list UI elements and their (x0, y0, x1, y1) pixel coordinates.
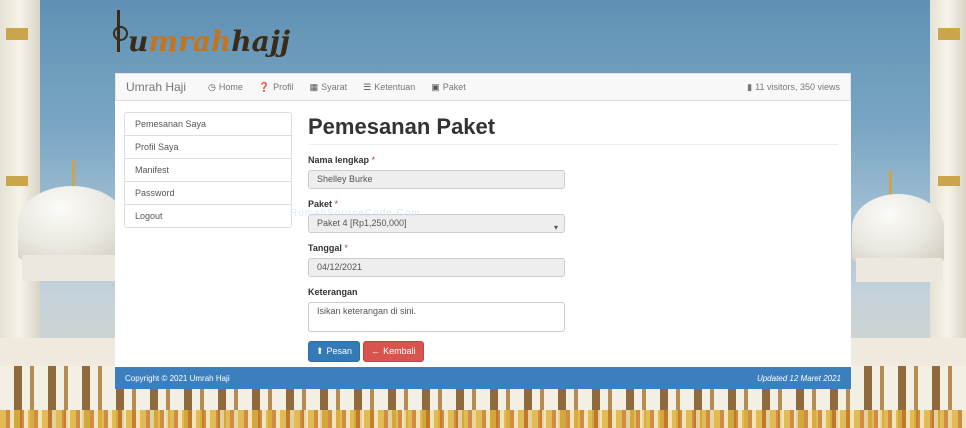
list-icon: ☰ (363, 81, 372, 92)
nav-paket-label: Paket (442, 82, 466, 92)
logo-text: umrahhajj (128, 25, 291, 58)
footer-copyright: Copyright © 2021 Umrah Haji (125, 373, 230, 383)
form-actions: ⬆ Pesan ← Kembali (308, 341, 838, 362)
top-navbar: Umrah Haji ◷ Home ❓ Profil ▦ Syarat ☰ Ke… (115, 73, 851, 101)
nama-field[interactable]: Shelley Burke (308, 170, 565, 189)
nama-label: Nama lengkap * (308, 155, 376, 165)
footer-updated: Updated 12 Maret 2021 (756, 373, 841, 383)
nav-profil-label: Profil (273, 82, 294, 92)
required-mark: * (371, 155, 376, 165)
nav-syarat[interactable]: ▦ Syarat (302, 82, 356, 93)
nav-syarat-label: Syarat (321, 82, 348, 92)
tanggal-field[interactable]: 04/12/2021 (308, 258, 565, 277)
nav-home[interactable]: ◷ Home (200, 82, 251, 93)
pesan-button-label: Pesan (326, 346, 353, 356)
paket-selected-value: Paket 4 [Rp1,250,000] (317, 218, 407, 228)
page-title: Pemesanan Paket (308, 112, 838, 145)
main-panel: Pemesanan Saya Profil Saya Manifest Pass… (115, 101, 851, 367)
nav-ketentuan-label: Ketentuan (374, 82, 416, 92)
sidebar-item-password[interactable]: Password (125, 182, 291, 205)
sidebar-item-manifest[interactable]: Manifest (125, 159, 291, 182)
kembali-button[interactable]: ← Kembali (363, 341, 424, 362)
arrow-left-icon: ← (371, 346, 381, 356)
watermark: RumahSourceCode.Com (290, 208, 421, 219)
nav-profil[interactable]: ❓ Profil (251, 82, 302, 93)
nav-home-label: Home (218, 82, 243, 92)
nav-ketentuan[interactable]: ☰ Ketentuan (355, 82, 423, 93)
sidebar-menu: Pemesanan Saya Profil Saya Manifest Pass… (124, 112, 292, 228)
upload-icon: ⬆ (316, 346, 324, 356)
footer: Copyright © 2021 Umrah Haji Updated 12 M… (115, 367, 851, 389)
chevron-down-icon: ▾ (553, 223, 558, 232)
order-form: Pemesanan Paket Nama lengkap * Shelley B… (308, 112, 838, 362)
question-icon: ❓ (258, 81, 271, 92)
tiles-icon: ▣ (431, 81, 440, 92)
clock-icon: ◷ (208, 81, 216, 92)
required-mark: * (344, 243, 348, 253)
navbar-brand[interactable]: Umrah Haji (116, 80, 200, 94)
nav-paket[interactable]: ▣ Paket (423, 82, 474, 93)
site-logo[interactable]: umrahhajj (110, 6, 290, 58)
visitor-stats: ▮ 11 visitors, 350 views (747, 82, 850, 93)
grid-icon: ▦ (309, 81, 319, 92)
sidebar-item-logout[interactable]: Logout (125, 205, 291, 227)
tanggal-label: Tanggal * (308, 243, 348, 253)
signal-bars-icon: ▮ (747, 81, 753, 92)
keterangan-textarea[interactable]: Isikan keterangan di sini. (308, 302, 565, 332)
sidebar-item-pemesanan-saya[interactable]: Pemesanan Saya (125, 113, 291, 136)
pesan-button[interactable]: ⬆ Pesan (308, 341, 361, 362)
sidebar-item-profil-saya[interactable]: Profil Saya (125, 136, 291, 159)
visitor-stats-text: 11 visitors, 350 views (755, 82, 840, 92)
kembali-button-label: Kembali (383, 346, 416, 356)
keterangan-label: Keterangan (308, 287, 358, 297)
minaret-logo-icon (110, 10, 128, 58)
